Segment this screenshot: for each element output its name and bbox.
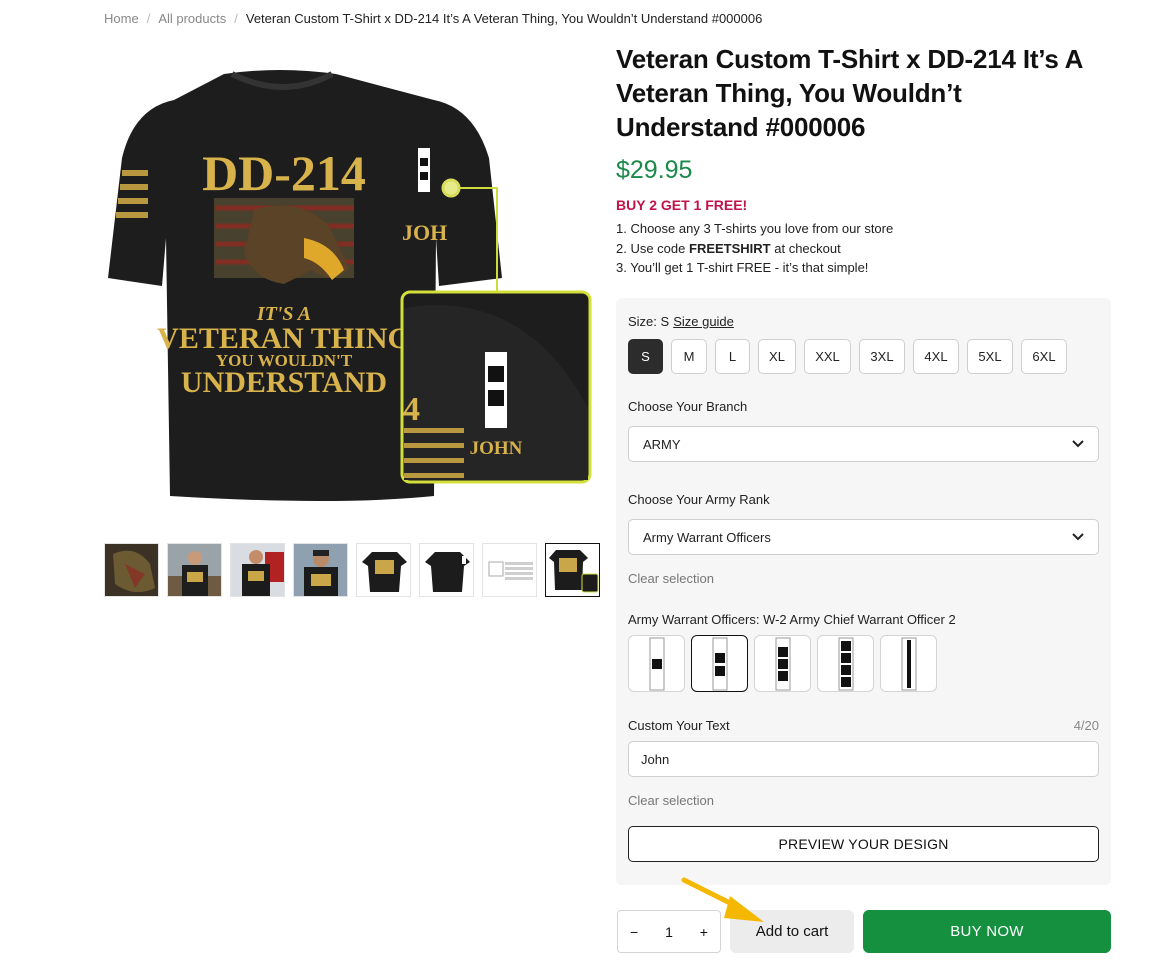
insignia-option-w1[interactable] — [628, 635, 685, 692]
product-price: $29.95 — [616, 156, 693, 184]
breadcrumb: Home / All products / Veteran Custom T-S… — [104, 11, 762, 26]
quantity-increase-button[interactable]: + — [700, 924, 708, 940]
preview-design-button[interactable]: PREVIEW YOUR DESIGN — [628, 826, 1099, 862]
quantity-decrease-button[interactable]: − — [630, 924, 638, 940]
quantity-value[interactable]: 1 — [665, 924, 673, 940]
size-option-xxl[interactable]: XXL — [804, 339, 851, 374]
promo-steps: 1. Choose any 3 T-shirts you love from o… — [616, 219, 1111, 278]
custom-text-input[interactable]: John — [628, 741, 1099, 777]
size-option-xl[interactable]: XL — [758, 339, 796, 374]
thumbnail-strip — [104, 543, 600, 597]
size-label-row: Size: S Size guide — [628, 314, 1099, 329]
product-info: Veteran Custom T-Shirt x DD-214 It’s A V… — [616, 42, 1111, 278]
insignia-options — [628, 635, 1099, 692]
rank-w3-icon — [775, 637, 790, 690]
product-title: Veteran Custom T-Shirt x DD-214 It’s A V… — [616, 44, 1083, 142]
thumbnail-8-selected[interactable] — [545, 543, 600, 597]
breadcrumb-all-products-link[interactable]: All products — [158, 11, 226, 26]
rank-select[interactable]: Army Warrant Officers — [628, 519, 1099, 555]
size-option-l[interactable]: L — [715, 339, 750, 374]
breadcrumb-current: Veteran Custom T-Shirt x DD-214 It’s A V… — [245, 11, 763, 26]
breadcrumb-home-link[interactable]: Home — [104, 11, 139, 26]
size-label: Size: S — [628, 314, 670, 329]
size-option-m[interactable]: M — [671, 339, 707, 374]
promo-step-2: 2. Use code FREETSHIRT at checkout — [616, 239, 1111, 259]
insignia-option-w4[interactable] — [817, 635, 874, 692]
size-option-6xl[interactable]: 6XL — [1021, 339, 1067, 374]
rank-w2-icon — [712, 637, 727, 690]
buy-now-button[interactable]: BUY NOW — [863, 910, 1111, 953]
size-options: S M L XL XXL 3XL 4XL 5XL 6XL — [628, 339, 1099, 374]
thumbnail-3[interactable] — [230, 543, 285, 597]
clear-selection-link-2[interactable]: Clear selection — [628, 793, 1099, 808]
promo-step-2-text: 2. Use code — [616, 240, 689, 256]
insignia-option-w5[interactable] — [880, 635, 937, 692]
insignia-option-w3[interactable] — [754, 635, 811, 692]
thumbnail-5[interactable] — [356, 543, 411, 597]
shirt-text-bottom: UNDERSTAND — [181, 366, 387, 399]
chevron-down-icon — [1072, 440, 1084, 448]
sleeve-name-partial: JOH — [402, 220, 447, 245]
product-main-image[interactable]: DD-214 IT'S A VETERAN THING YOU WOULDN'T… — [104, 48, 598, 526]
rank-w4-icon — [838, 637, 853, 690]
thumbnail-2[interactable] — [167, 543, 222, 597]
branch-label: Choose Your Branch — [628, 399, 748, 414]
branch-select[interactable]: ARMY — [628, 426, 1099, 462]
rank-select-value: Army Warrant Officers — [643, 529, 771, 545]
promo-code: FREETSHIRT — [689, 240, 771, 256]
rank-w1-icon — [649, 637, 664, 690]
shirt-text-top: DD-214 — [202, 145, 366, 201]
rank-w5-icon — [901, 637, 916, 690]
promo-step-3: 3. You’ll get 1 T-shirt FREE - it’s that… — [616, 260, 869, 275]
promo-step-1: 1. Choose any 3 T-shirts you love from o… — [616, 221, 894, 236]
size-option-5xl[interactable]: 5XL — [967, 339, 1013, 374]
custom-text-label: Custom Your Text — [628, 718, 730, 733]
size-option-3xl[interactable]: 3XL — [859, 339, 905, 374]
sleeve-name: JOHN — [470, 438, 523, 459]
clear-selection-link[interactable]: Clear selection — [628, 571, 1099, 586]
thumbnail-6[interactable] — [419, 543, 474, 597]
promo-headline: BUY 2 GET 1 FREE! — [616, 197, 748, 213]
thumbnail-4[interactable] — [293, 543, 348, 597]
chevron-down-icon — [1072, 533, 1084, 541]
branch-select-value: ARMY — [643, 436, 681, 452]
quantity-stepper: − 1 + — [617, 910, 721, 953]
breadcrumb-separator: / — [146, 11, 151, 26]
add-to-cart-button[interactable]: Add to cart — [730, 910, 854, 953]
size-option-s[interactable]: S — [628, 339, 663, 374]
size-option-4xl[interactable]: 4XL — [913, 339, 959, 374]
insignia-option-w2-selected[interactable] — [691, 635, 748, 692]
sleeve-number-partial: 4 — [403, 391, 420, 428]
thumbnail-1[interactable] — [104, 543, 159, 597]
custom-text-label-row: Custom Your Text 4/20 — [628, 718, 1099, 733]
custom-text-counter: 4/20 — [1073, 718, 1099, 733]
thumbnail-7[interactable] — [482, 543, 537, 597]
promo-step-2-suffix: at checkout — [770, 240, 841, 256]
product-options-panel: Size: S Size guide S M L XL XXL 3XL 4XL 5… — [616, 298, 1111, 885]
size-guide-link[interactable]: Size guide — [673, 314, 734, 329]
breadcrumb-separator: / — [234, 11, 238, 26]
tshirt-illustration: DD-214 IT'S A VETERAN THING YOU WOULDN'T… — [108, 70, 592, 501]
insignia-label: Army Warrant Officers: W-2 Army Chief Wa… — [628, 612, 956, 627]
rank-label: Choose Your Army Rank — [628, 492, 770, 507]
